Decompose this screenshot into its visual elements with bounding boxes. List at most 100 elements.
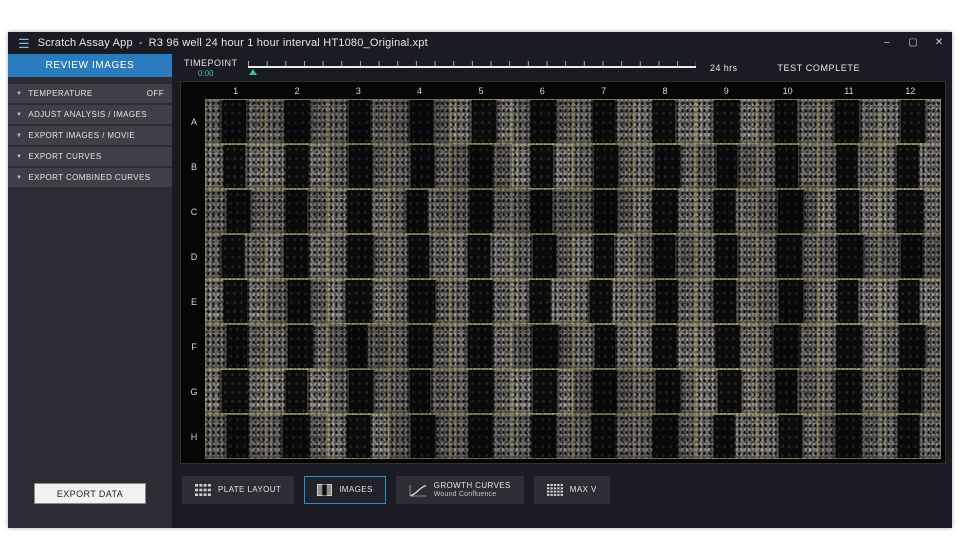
maximize-icon[interactable]: ▢ — [900, 32, 926, 54]
sidebar-item-export-combined-curves[interactable]: ▼ EXPORT COMBINED CURVES — [8, 168, 172, 187]
export-data-button[interactable]: EXPORT DATA — [34, 483, 146, 504]
well-D6[interactable] — [512, 234, 573, 279]
well-D12[interactable] — [880, 234, 941, 279]
sidebar-item-export-images-movie[interactable]: ▼ EXPORT IMAGES / MOVIE — [8, 126, 172, 145]
timeline-slider[interactable] — [248, 60, 696, 76]
well-D8[interactable] — [634, 234, 695, 279]
well-E2[interactable] — [266, 279, 327, 324]
well-D11[interactable] — [818, 234, 879, 279]
well-F12[interactable] — [880, 324, 941, 369]
well-H10[interactable] — [757, 414, 818, 459]
well-G5[interactable] — [450, 369, 511, 414]
well-F3[interactable] — [328, 324, 389, 369]
well-H6[interactable] — [512, 414, 573, 459]
menu-icon[interactable]: ☰ — [8, 37, 38, 50]
well-A5[interactable] — [450, 99, 511, 144]
tab-max-v[interactable]: MAX V — [534, 476, 610, 504]
well-A1[interactable] — [205, 99, 266, 144]
well-E5[interactable] — [450, 279, 511, 324]
well-C10[interactable] — [757, 189, 818, 234]
well-C4[interactable] — [389, 189, 450, 234]
well-B7[interactable] — [573, 144, 634, 189]
well-B11[interactable] — [818, 144, 879, 189]
well-A6[interactable] — [512, 99, 573, 144]
well-F4[interactable] — [389, 324, 450, 369]
well-F2[interactable] — [266, 324, 327, 369]
well-G11[interactable] — [818, 369, 879, 414]
well-H12[interactable] — [880, 414, 941, 459]
well-B2[interactable] — [266, 144, 327, 189]
timeline-position-marker[interactable] — [249, 69, 257, 75]
well-G6[interactable] — [512, 369, 573, 414]
well-B12[interactable] — [880, 144, 941, 189]
well-C7[interactable] — [573, 189, 634, 234]
well-D2[interactable] — [266, 234, 327, 279]
well-H11[interactable] — [818, 414, 879, 459]
well-G1[interactable] — [205, 369, 266, 414]
well-C11[interactable] — [818, 189, 879, 234]
well-A7[interactable] — [573, 99, 634, 144]
well-B8[interactable] — [634, 144, 695, 189]
tab-plate-layout[interactable]: PLATE LAYOUT — [182, 476, 294, 504]
well-C1[interactable] — [205, 189, 266, 234]
well-H1[interactable] — [205, 414, 266, 459]
well-G3[interactable] — [328, 369, 389, 414]
well-E3[interactable] — [328, 279, 389, 324]
well-H2[interactable] — [266, 414, 327, 459]
well-D9[interactable] — [696, 234, 757, 279]
well-B3[interactable] — [328, 144, 389, 189]
well-H4[interactable] — [389, 414, 450, 459]
well-C12[interactable] — [880, 189, 941, 234]
well-G4[interactable] — [389, 369, 450, 414]
well-D3[interactable] — [328, 234, 389, 279]
well-H8[interactable] — [634, 414, 695, 459]
well-E7[interactable] — [573, 279, 634, 324]
well-E9[interactable] — [696, 279, 757, 324]
well-F1[interactable] — [205, 324, 266, 369]
well-A3[interactable] — [328, 99, 389, 144]
well-D4[interactable] — [389, 234, 450, 279]
well-F10[interactable] — [757, 324, 818, 369]
well-B4[interactable] — [389, 144, 450, 189]
well-D5[interactable] — [450, 234, 511, 279]
well-D1[interactable] — [205, 234, 266, 279]
sidebar-item-export-curves[interactable]: ▼ EXPORT CURVES — [8, 147, 172, 166]
well-G2[interactable] — [266, 369, 327, 414]
well-E1[interactable] — [205, 279, 266, 324]
minimize-icon[interactable]: – — [874, 32, 900, 54]
tab-growth-curves[interactable]: GROWTH CURVES Wound Confluence — [396, 476, 524, 504]
well-C5[interactable] — [450, 189, 511, 234]
well-C8[interactable] — [634, 189, 695, 234]
well-D10[interactable] — [757, 234, 818, 279]
sidebar-header-review-images[interactable]: REVIEW IMAGES — [8, 54, 172, 77]
well-G10[interactable] — [757, 369, 818, 414]
well-B5[interactable] — [450, 144, 511, 189]
well-B9[interactable] — [696, 144, 757, 189]
well-A11[interactable] — [818, 99, 879, 144]
well-G8[interactable] — [634, 369, 695, 414]
sidebar-item-adjust-analysis-images[interactable]: ▼ ADJUST ANALYSIS / IMAGES — [8, 105, 172, 124]
well-E4[interactable] — [389, 279, 450, 324]
well-A12[interactable] — [880, 99, 941, 144]
well-A2[interactable] — [266, 99, 327, 144]
well-H7[interactable] — [573, 414, 634, 459]
well-E8[interactable] — [634, 279, 695, 324]
well-G12[interactable] — [880, 369, 941, 414]
well-E6[interactable] — [512, 279, 573, 324]
well-H5[interactable] — [450, 414, 511, 459]
well-F7[interactable] — [573, 324, 634, 369]
well-H9[interactable] — [696, 414, 757, 459]
well-G7[interactable] — [573, 369, 634, 414]
well-H3[interactable] — [328, 414, 389, 459]
well-A10[interactable] — [757, 99, 818, 144]
well-D7[interactable] — [573, 234, 634, 279]
well-B1[interactable] — [205, 144, 266, 189]
well-C3[interactable] — [328, 189, 389, 234]
well-C9[interactable] — [696, 189, 757, 234]
well-A4[interactable] — [389, 99, 450, 144]
well-A8[interactable] — [634, 99, 695, 144]
well-E10[interactable] — [757, 279, 818, 324]
well-F6[interactable] — [512, 324, 573, 369]
well-E11[interactable] — [818, 279, 879, 324]
sidebar-item-temperature[interactable]: ▼ TEMPERATURE OFF — [8, 84, 172, 103]
